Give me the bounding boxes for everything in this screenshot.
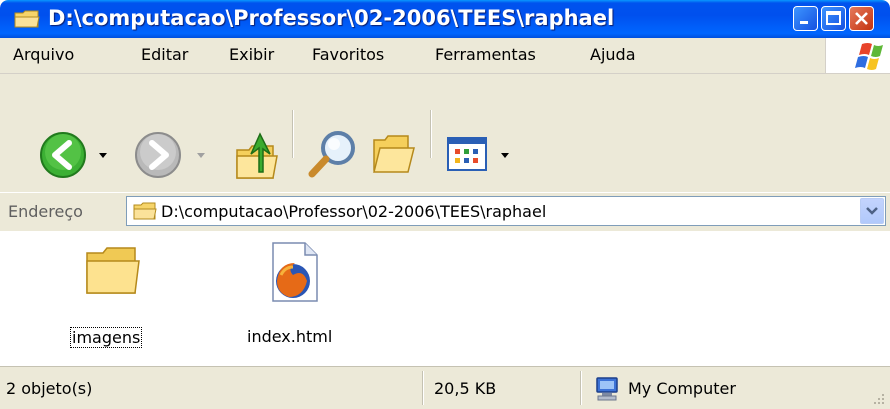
file-name: imagens <box>70 327 143 348</box>
views-dropdown-icon[interactable] <box>500 150 510 160</box>
menu-exibir[interactable]: Exibir <box>229 45 274 64</box>
maximize-icon <box>826 11 841 25</box>
menu-ajuda[interactable]: Ajuda <box>590 45 636 64</box>
chevron-down-icon <box>866 207 878 215</box>
my-computer-icon <box>596 377 618 401</box>
status-bar: 2 objeto(s) 20,5 KB My Computer <box>0 366 890 409</box>
views-icon[interactable] <box>446 136 490 172</box>
up-folder-icon[interactable] <box>233 128 279 182</box>
object-count: 2 objeto(s) <box>6 379 93 398</box>
menu-bar: Arquivo Editar Exibir Favoritos Ferramen… <box>0 38 890 74</box>
address-value: D:\computacao\Professor\02-2006\TEES\rap… <box>161 202 547 221</box>
title-bar[interactable]: D:\computacao\Professor\02-2006\TEES\rap… <box>0 0 890 38</box>
forward-dropdown-icon <box>197 153 205 158</box>
close-icon <box>855 12 868 25</box>
total-size: 20,5 KB <box>434 379 497 398</box>
address-label: Endereço <box>8 202 83 221</box>
menu-arquivo[interactable]: Arquivo <box>13 45 74 64</box>
menu-editar[interactable]: Editar <box>141 45 188 64</box>
folder-icon <box>14 10 40 28</box>
resize-grip-icon[interactable] <box>870 390 886 406</box>
file-list[interactable]: imagens index.html <box>0 231 890 366</box>
minimize-button[interactable] <box>793 6 818 31</box>
explorer-window: D:\computacao\Professor\02-2006\TEES\rap… <box>0 0 890 409</box>
file-name: index.html <box>247 327 333 346</box>
window-title: D:\computacao\Professor\02-2006\TEES\rap… <box>48 6 615 30</box>
status-divider <box>422 371 424 405</box>
firefox-document-icon <box>272 242 318 302</box>
windows-logo <box>825 38 890 73</box>
menu-favoritos[interactable]: Favoritos <box>312 45 384 64</box>
standard-toolbar <box>0 74 890 192</box>
folders-icon[interactable] <box>370 130 418 178</box>
forward-arrow-icon <box>135 132 181 178</box>
close-button[interactable] <box>849 6 874 31</box>
search-icon[interactable] <box>306 126 358 182</box>
toolbar-separator <box>430 110 432 158</box>
folder-icon <box>86 247 140 294</box>
status-divider <box>580 371 582 405</box>
address-input[interactable]: D:\computacao\Professor\02-2006\TEES\rap… <box>126 196 886 226</box>
list-item[interactable]: index.html <box>245 241 355 351</box>
address-dropdown-button[interactable] <box>860 198 884 224</box>
windows-flag-icon <box>855 43 883 70</box>
address-bar: Endereço D:\computacao\Professor\02-2006… <box>0 192 890 232</box>
maximize-button[interactable] <box>821 6 846 31</box>
toolbar-separator <box>292 110 294 158</box>
back-arrow-icon[interactable] <box>38 130 88 180</box>
folder-icon <box>133 202 157 220</box>
menu-ferramentas[interactable]: Ferramentas <box>435 45 536 64</box>
location-label: My Computer <box>628 379 736 398</box>
minimize-icon <box>800 21 808 24</box>
back-dropdown-icon[interactable] <box>98 150 108 160</box>
list-item[interactable]: imagens <box>60 241 170 351</box>
